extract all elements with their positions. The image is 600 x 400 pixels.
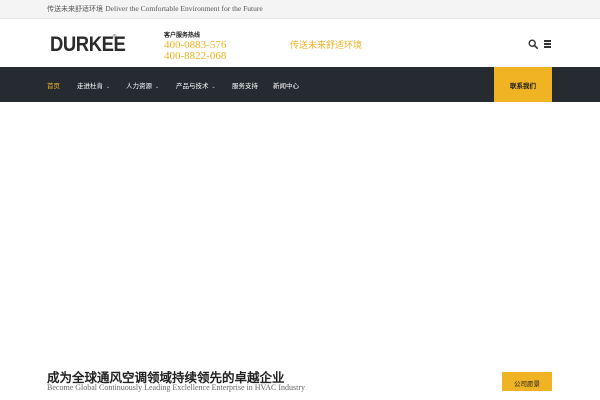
hotline-number-2: 400-8822-068	[164, 50, 227, 62]
nav-label: 首页	[47, 82, 60, 90]
header-icons	[528, 39, 554, 49]
top-tagline: 传送未来舒适环境 Deliver the Comfortable Environ…	[47, 4, 263, 14]
hotline-label: 客户服务热线	[164, 32, 201, 39]
nav-label: 新闻中心	[273, 82, 299, 90]
company-vision-label: 公司愿景	[514, 380, 540, 388]
menu-icon[interactable]	[544, 40, 553, 48]
nav-item-about[interactable]: 走进杜肯 ⌄	[77, 80, 110, 90]
nav-item-news[interactable]: 新闻中心	[273, 80, 299, 90]
search-icon[interactable]	[528, 39, 538, 49]
hotline-block: 客户服务热线 400-0883-576 400-8822-068	[164, 30, 226, 62]
site-header: DURKEE ® 客户服务热线 400-0883-576 400-8822-06…	[0, 19, 600, 67]
nav-item-hr[interactable]: 人力资源 ⌄	[126, 80, 159, 90]
chevron-down-icon: ⌄	[211, 84, 216, 90]
nav-item-home[interactable]: 首页	[47, 80, 60, 90]
hero-banner: 成为全球通风空调领域持续领先的卓越企业 Become Global Contin…	[0, 102, 600, 400]
chevron-down-icon: ⌄	[106, 84, 111, 90]
contact-us-button[interactable]: 联系我们	[494, 67, 552, 102]
nav-label: 人力资源	[126, 82, 152, 90]
header-slogan: 传送未来舒适环境	[290, 41, 363, 51]
nav-label: 服务支持	[232, 82, 258, 90]
nav-label: 产品与技术	[176, 82, 209, 90]
tagline-cn: 传送未来舒适环境	[47, 5, 103, 13]
company-vision-button[interactable]: 公司愿景	[502, 372, 552, 391]
registered-mark: ®	[112, 34, 117, 40]
hero-subtitle: Become Global Continuously Leading Excle…	[47, 383, 306, 392]
nav-item-service[interactable]: 服务支持	[232, 80, 258, 90]
top-bar: 传送未来舒适环境 Deliver the Comfortable Environ…	[0, 0, 600, 19]
nav-label: 走进杜肯	[77, 82, 103, 90]
tagline-en: Deliver the Comfortable Environment for …	[105, 4, 263, 13]
contact-us-label: 联系我们	[510, 82, 536, 90]
nav-item-products[interactable]: 产品与技术 ⌄	[176, 80, 216, 90]
chevron-down-icon: ⌄	[155, 84, 160, 90]
